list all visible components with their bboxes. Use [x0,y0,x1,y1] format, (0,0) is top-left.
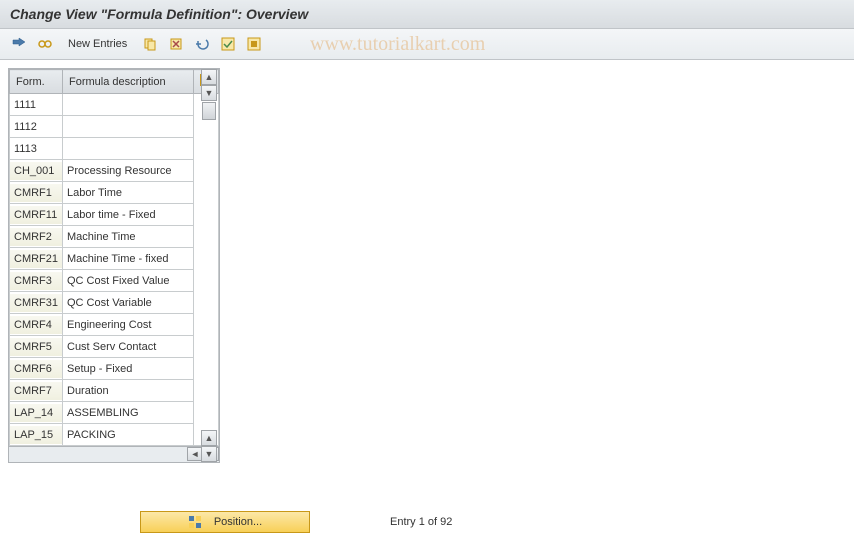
cell-form: CH_001 [10,162,62,180]
cell-desc: Labor time - Fixed [63,206,193,224]
deselect-all-icon[interactable] [243,33,265,55]
cell-form: CMRF31 [10,294,62,312]
cell-form: LAP_14 [10,404,62,422]
table-row[interactable]: CMRF6Setup - Fixed [10,358,219,380]
table-row[interactable]: 1112 [10,116,219,138]
copy-icon[interactable] [139,33,161,55]
table-row[interactable]: CMRF5Cust Serv Contact [10,336,219,358]
cell-form: CMRF5 [10,338,62,356]
vertical-scrollbar: ▲ ▼ ▲ ▼ [194,94,219,446]
table-row[interactable]: CMRF31QC Cost Variable [10,292,219,314]
table-row[interactable]: 1113 [10,138,219,160]
cell-desc: Machine Time - fixed [63,250,193,268]
cell-desc: Labor Time [63,184,193,202]
cell-desc [63,124,193,130]
cell-desc: Processing Resource [63,162,193,180]
cell-form[interactable]: 1113 [10,140,62,158]
table-row[interactable]: LAP_15PACKING [10,424,219,446]
horizontal-scrollbar: ◄ ► [9,446,219,462]
cell-desc: ASSEMBLING [63,404,193,422]
content-area: Form. Formula description 1111 ▲ ▼ ▲ ▼ 1… [0,60,854,471]
col-header-form[interactable]: Form. [10,70,63,94]
cell-desc: QC Cost Fixed Value [63,272,193,290]
position-button[interactable]: Position... [140,511,310,533]
data-table: Form. Formula description 1111 ▲ ▼ ▲ ▼ 1… [9,69,219,446]
cell-desc: Setup - Fixed [63,360,193,378]
cell-desc: PACKING [63,426,193,444]
position-label: Position... [214,516,262,528]
table-row[interactable]: CMRF3QC Cost Fixed Value [10,270,219,292]
cell-form: CMRF2 [10,228,62,246]
scroll-up-button-bottom[interactable]: ▲ [201,430,217,446]
cell-desc [63,102,193,108]
cell-desc [63,146,193,152]
cell-form: CMRF7 [10,382,62,400]
cell-form: CMRF11 [10,206,62,224]
cell-form: CMRF1 [10,184,62,202]
position-icon [188,515,202,529]
cell-form: LAP_15 [10,426,62,444]
scroll-thumb[interactable] [202,102,216,120]
table-row[interactable]: CMRF1Labor Time [10,182,219,204]
delete-icon[interactable] [165,33,187,55]
cell-desc: Cust Serv Contact [63,338,193,356]
scroll-down-button-bottom[interactable]: ▼ [201,446,217,462]
table-row[interactable]: CMRF11Labor time - Fixed [10,204,219,226]
watermark: www.tutorialkart.com [310,33,485,56]
title-bar: Change View "Formula Definition": Overvi… [0,0,854,29]
table-row[interactable]: LAP_14ASSEMBLING [10,402,219,424]
glasses-icon[interactable] [34,33,56,55]
table-row[interactable]: CMRF7Duration [10,380,219,402]
new-entries-button[interactable]: New Entries [60,38,135,50]
cell-desc: Machine Time [63,228,193,246]
cell-form: CMRF21 [10,250,62,268]
cell-desc: Engineering Cost [63,316,193,334]
scroll-down-button[interactable]: ▼ [201,85,217,101]
table-row[interactable]: CH_001Processing Resource [10,160,219,182]
cell-form[interactable]: 1111 [10,96,62,114]
table-row[interactable]: CMRF21Machine Time - fixed [10,248,219,270]
select-all-icon[interactable] [217,33,239,55]
cell-form[interactable]: 1112 [10,118,62,136]
table-row[interactable]: CMRF4Engineering Cost [10,314,219,336]
undo-icon[interactable] [191,33,213,55]
cell-desc: QC Cost Variable [63,294,193,312]
table-container: Form. Formula description 1111 ▲ ▼ ▲ ▼ 1… [8,68,220,463]
cell-form: CMRF6 [10,360,62,378]
entry-status: Entry 1 of 92 [390,516,452,528]
toggle-icon[interactable] [8,33,30,55]
table-row[interactable]: CMRF2Machine Time [10,226,219,248]
cell-form: CMRF3 [10,272,62,290]
table-row[interactable]: 1111 ▲ ▼ ▲ ▼ [10,94,219,116]
cell-desc: Duration [63,382,193,400]
col-header-desc[interactable]: Formula description [63,70,194,94]
cell-form: CMRF4 [10,316,62,334]
page-title: Change View "Formula Definition": Overvi… [10,6,844,22]
toolbar: New Entries www.tutorialkart.com [0,29,854,60]
scroll-up-button[interactable]: ▲ [201,69,217,85]
footer: Position... Entry 1 of 92 [0,511,854,533]
